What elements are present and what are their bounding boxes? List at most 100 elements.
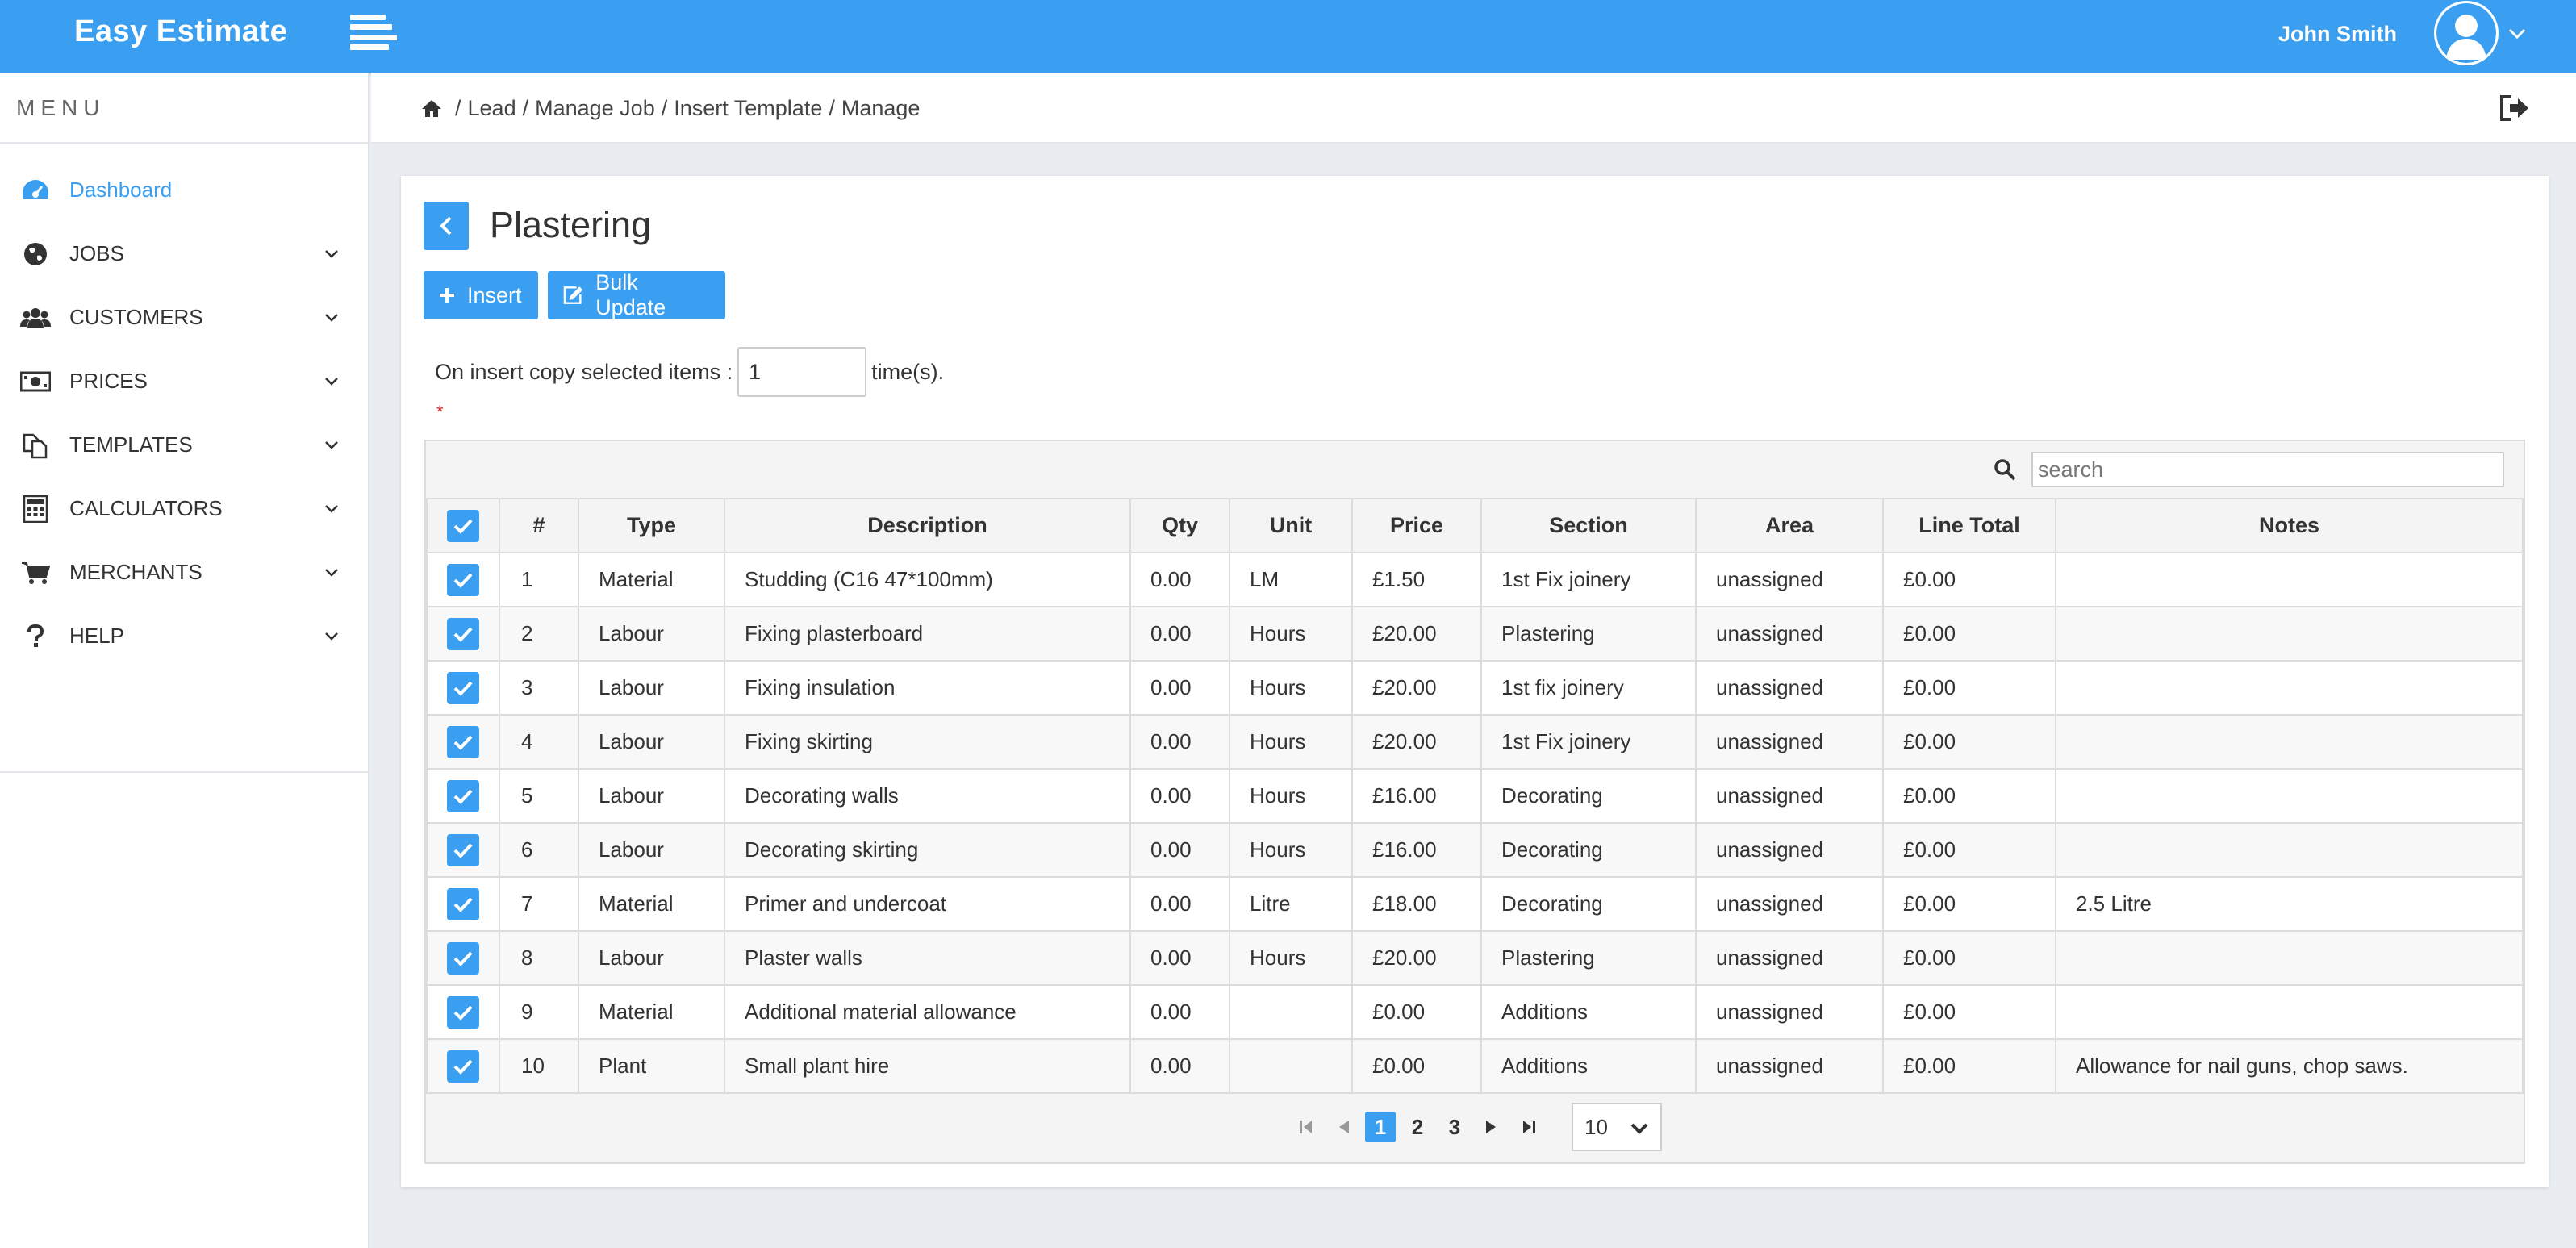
search-input[interactable] xyxy=(2031,452,2504,487)
user-name[interactable]: John Smith xyxy=(2278,0,2397,68)
bulk-update-button[interactable]: Bulk Update xyxy=(548,270,725,319)
cell-unit: Hours xyxy=(1229,714,1353,770)
cell-num: 5 xyxy=(499,768,579,824)
page-1-button[interactable]: 1 xyxy=(1365,1112,1396,1142)
cell-qty: 0.00 xyxy=(1129,714,1230,770)
row-checkbox[interactable] xyxy=(447,941,479,975)
avatar[interactable] xyxy=(2434,1,2499,65)
row-checkbox[interactable] xyxy=(447,563,479,596)
home-icon[interactable] xyxy=(421,98,442,118)
first-page-icon[interactable] xyxy=(1291,1112,1321,1142)
cell-price: £0.00 xyxy=(1351,984,1482,1040)
cell-price: £20.00 xyxy=(1351,714,1482,770)
menu-toggle-icon[interactable] xyxy=(350,15,397,50)
back-button[interactable] xyxy=(424,202,469,250)
table-row[interactable]: 6 Labour Decorating skirting 0.00 Hours £16.0… xyxy=(426,822,2524,878)
column-header-area[interactable]: Area xyxy=(1695,498,1884,553)
cell-description: Fixing insulation xyxy=(724,660,1131,716)
column-header-price[interactable]: Price xyxy=(1351,498,1482,553)
row-select-cell xyxy=(426,876,500,932)
table-row[interactable]: 5 Labour Decorating walls 0.00 Hours £16.00 De… xyxy=(426,768,2524,824)
column-header-unit[interactable]: Unit xyxy=(1229,498,1353,553)
bulk-update-button-label: Bulk Update xyxy=(595,270,666,319)
cell-notes xyxy=(2055,822,2524,878)
cell-qty: 0.00 xyxy=(1129,984,1230,1040)
cell-section: Decorating xyxy=(1480,822,1697,878)
cell-area: unassigned xyxy=(1695,1038,1884,1094)
row-checkbox[interactable] xyxy=(447,671,479,704)
table-row[interactable]: 1 Material Studding (C16 47*100mm) 0.00 LM £1… xyxy=(426,552,2524,607)
table-row[interactable]: 7 Material Primer and undercoat 0.00 Litre £1… xyxy=(426,876,2524,932)
breadcrumb-manage-job[interactable]: Manage Job xyxy=(535,73,655,144)
previous-page-icon[interactable] xyxy=(1328,1112,1359,1142)
row-checkbox[interactable] xyxy=(447,725,479,758)
page-size-select[interactable]: 10 xyxy=(1572,1103,1662,1151)
breadcrumb-lead[interactable]: Lead xyxy=(468,73,516,144)
cell-notes xyxy=(2055,660,2524,716)
page-3-button[interactable]: 3 xyxy=(1439,1112,1470,1142)
sidebar-item-prices[interactable]: PRICES xyxy=(0,349,368,413)
table-row[interactable]: 3 Labour Fixing insulation 0.00 Hours £20.00 1… xyxy=(426,660,2524,716)
table-row[interactable]: 2 Labour Fixing plasterboard 0.00 Hours £20.0… xyxy=(426,606,2524,662)
sidebar-item-calculators[interactable]: CALCULATORS xyxy=(0,477,368,541)
table-row[interactable]: 10 Plant Small plant hire 0.00 £0.00 Addition… xyxy=(426,1038,2524,1094)
sidebar-item-templates[interactable]: TEMPLATES xyxy=(0,413,368,477)
column-header-description[interactable]: Description xyxy=(724,498,1131,553)
table-row[interactable]: 8 Labour Plaster walls 0.00 Hours £20.00 Plast… xyxy=(426,930,2524,986)
cell-price: £16.00 xyxy=(1351,822,1482,878)
cell-type: Labour xyxy=(578,768,725,824)
question-icon xyxy=(19,620,52,653)
page-2-button[interactable]: 2 xyxy=(1402,1112,1433,1142)
table-row[interactable]: 9 Material Additional material allowance 0.… xyxy=(426,984,2524,1040)
row-checkbox[interactable] xyxy=(447,887,479,920)
user-dropdown-chevron-icon[interactable] xyxy=(2507,23,2528,44)
cell-line-total: £0.00 xyxy=(1882,822,2056,878)
sidebar-item-jobs[interactable]: JOBS xyxy=(0,222,368,286)
cell-unit xyxy=(1229,984,1353,1040)
brand-logo[interactable]: Easy Estimate xyxy=(74,0,287,63)
sidebar-item-help[interactable]: HELP xyxy=(0,604,368,668)
column-header-line-total[interactable]: Line Total xyxy=(1882,498,2056,553)
plus-icon xyxy=(440,288,454,303)
row-checkbox[interactable] xyxy=(447,1050,479,1083)
breadcrumb-insert-template[interactable]: Insert Template xyxy=(674,73,822,144)
copy-times-input[interactable] xyxy=(737,347,867,397)
row-checkbox[interactable] xyxy=(447,995,479,1029)
cell-num: 2 xyxy=(499,606,579,662)
sidebar-item-label: MERCHANTS xyxy=(69,560,202,584)
cell-area: unassigned xyxy=(1695,660,1884,716)
row-checkbox[interactable] xyxy=(447,779,479,812)
next-page-icon[interactable] xyxy=(1476,1112,1507,1142)
column-header-num[interactable]: # xyxy=(499,498,579,553)
cell-unit: Hours xyxy=(1229,768,1353,824)
cell-line-total: £0.00 xyxy=(1882,876,2056,932)
logout-icon[interactable] xyxy=(2499,94,2531,123)
cell-price: £1.50 xyxy=(1351,552,1482,607)
sidebar-item-label: JOBS xyxy=(69,241,124,265)
cell-section: Additions xyxy=(1480,1038,1697,1094)
last-page-icon[interactable] xyxy=(1513,1112,1544,1142)
column-header-section[interactable]: Section xyxy=(1480,498,1697,553)
cell-num: 7 xyxy=(499,876,579,932)
sidebar-item-merchants[interactable]: MERCHANTS xyxy=(0,541,368,604)
row-checkbox[interactable] xyxy=(447,617,479,650)
cell-unit: Hours xyxy=(1229,822,1353,878)
row-select-cell xyxy=(426,768,500,824)
insert-button[interactable]: Insert xyxy=(424,271,538,319)
column-header-qty[interactable]: Qty xyxy=(1129,498,1230,553)
column-header-type[interactable]: Type xyxy=(578,498,725,553)
cell-price: £16.00 xyxy=(1351,768,1482,824)
cell-description: Studding (C16 47*100mm) xyxy=(724,552,1131,607)
cell-section: Plastering xyxy=(1480,930,1697,986)
sidebar-item-dashboard[interactable]: Dashboard xyxy=(0,158,368,222)
select-all-checkbox[interactable] xyxy=(447,509,479,542)
sidebar-item-customers[interactable]: CUSTOMERS xyxy=(0,286,368,349)
row-checkbox[interactable] xyxy=(447,833,479,866)
sidebar-nav: Dashboard JOBS CUSTOMERS PRICES TEMPLATE… xyxy=(0,144,368,773)
column-header-notes[interactable]: Notes xyxy=(2055,498,2524,553)
table-header-row: # Type Description Qty Unit Price Sectio… xyxy=(426,498,2524,553)
cell-type: Labour xyxy=(578,822,725,878)
cell-description: Small plant hire xyxy=(724,1038,1131,1094)
table-row[interactable]: 4 Labour Fixing skirting 0.00 Hours £20.00 1st… xyxy=(426,714,2524,770)
chevron-down-icon xyxy=(1630,1123,1648,1134)
